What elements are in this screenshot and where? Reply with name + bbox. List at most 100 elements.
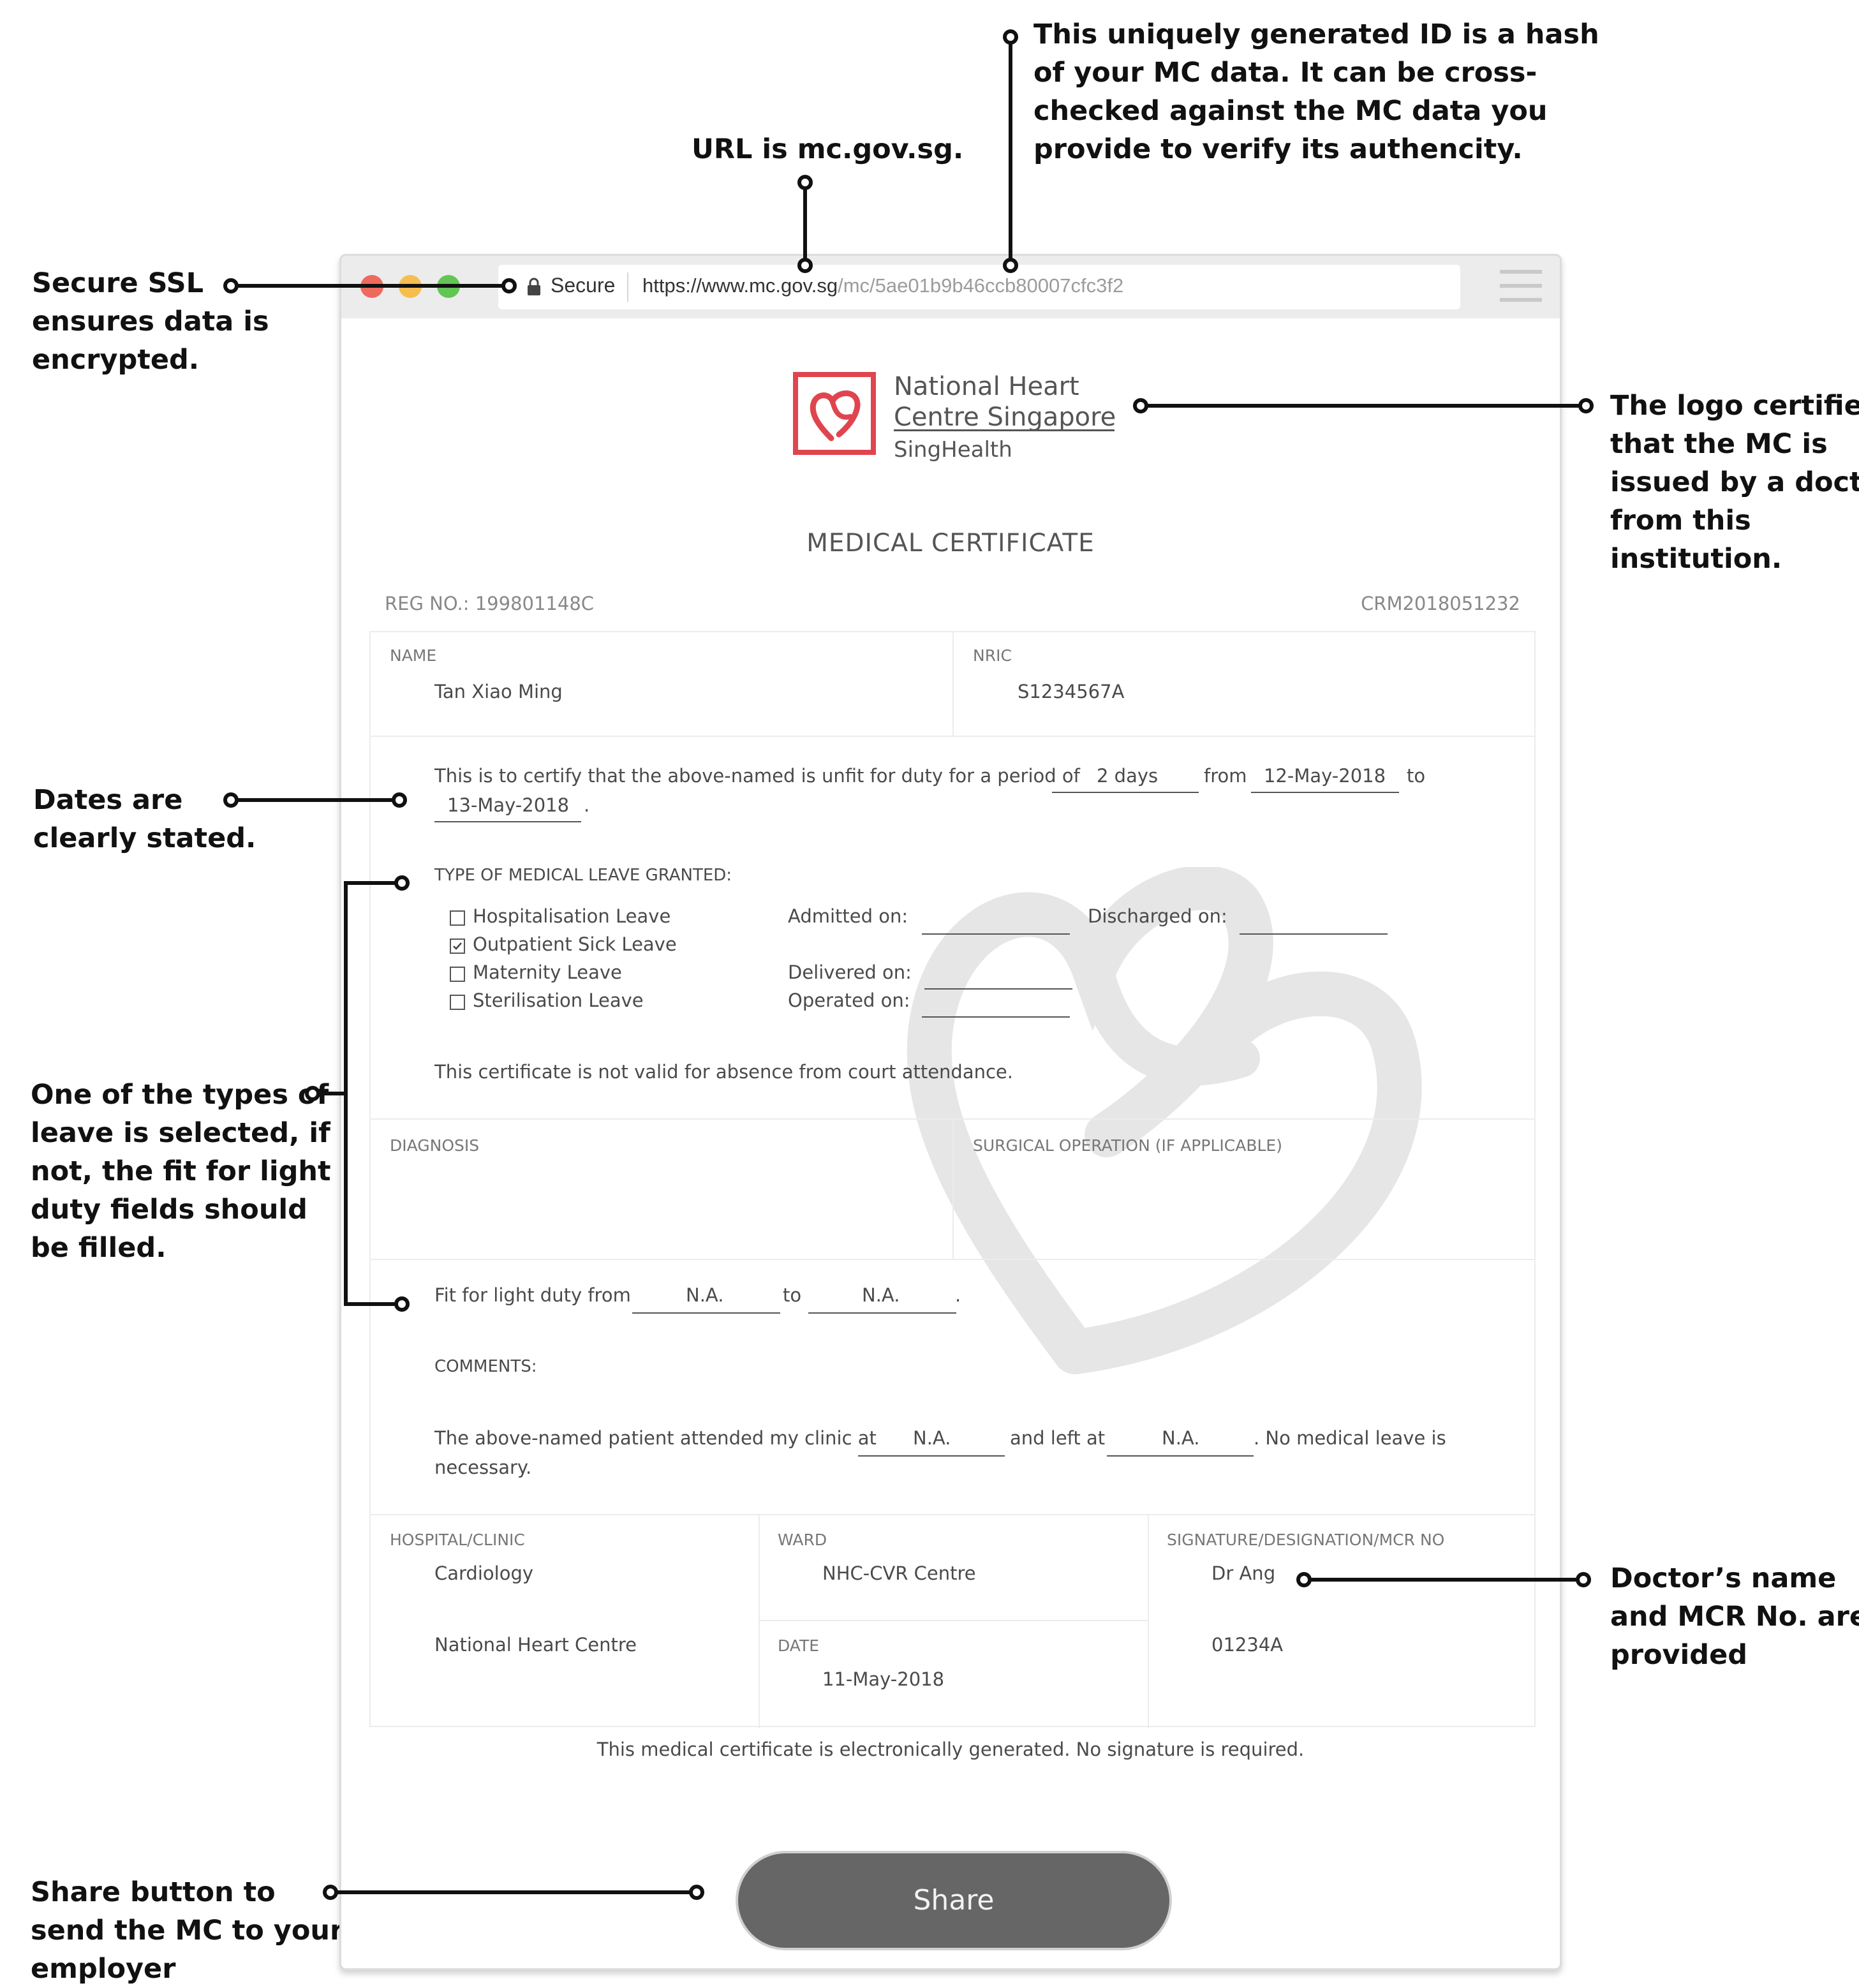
doctor-name: Dr Ang (1211, 1562, 1276, 1584)
annotation-line: issued by a doctor (1610, 466, 1859, 498)
divider (952, 632, 954, 736)
annotation-line: The logo certifies (1610, 390, 1859, 422)
browser-titlebar: Secure https://www.mc.gov.sg/mc/5ae01b9b… (341, 256, 1560, 318)
address-bar[interactable]: Secure https://www.mc.gov.sg/mc/5ae01b9b… (498, 265, 1460, 309)
discharged-label: Discharged on: (1088, 905, 1227, 927)
annotation-line: checked against the MC data you (1033, 95, 1548, 127)
lock-icon (528, 278, 540, 295)
light-to-word: to (783, 1284, 802, 1306)
sterilisation-checkbox[interactable] (450, 995, 465, 1010)
logo-line-3: SingHealth (894, 437, 1012, 463)
annotation-url: URL is mc.gov.sg. (692, 130, 963, 168)
annotation-line: URL is mc.gov.sg. (692, 133, 964, 165)
light-duty-to: N.A. (862, 1284, 900, 1306)
hamburger-menu-icon[interactable] (1500, 270, 1542, 304)
date-label: DATE (778, 1636, 820, 1655)
delivered-label: Delivered on: (788, 961, 912, 983)
issue-date: 11-May-2018 (822, 1668, 945, 1690)
comment-text-2: and left at (1010, 1427, 1106, 1449)
to-word: to (1407, 765, 1426, 787)
annotation-line: One of the types of (31, 1079, 329, 1111)
reg-no: REG NO.: 199801148C (385, 593, 595, 614)
left-at-underline (1107, 1455, 1254, 1457)
period-underline (1052, 792, 1199, 793)
annotation-line: that the MC is (1610, 428, 1828, 460)
annotation-line: send the MC to your (31, 1915, 344, 1947)
nric-label: NRIC (973, 646, 1012, 665)
annotation-line: provide to verify its authencity. (1033, 133, 1523, 165)
url-text[interactable]: https://www.mc.gov.sg/mc/5ae01b9b46ccb80… (642, 274, 1123, 297)
callout-line-url (797, 175, 813, 273)
annotation-hash: This uniquely generated ID is a hash of … (1033, 15, 1599, 168)
annotation-line: ensures data is (32, 306, 269, 338)
divider (371, 1514, 1534, 1515)
light-from-underline (632, 1312, 780, 1314)
operated-underline (922, 1016, 1070, 1018)
hospital-label: HOSPITAL/CLINIC (390, 1531, 525, 1549)
heart-logo-icon (793, 372, 876, 455)
delivered-underline (924, 988, 1072, 990)
annotation-share: Share button to send the MC to your empl… (31, 1873, 343, 1988)
annotation-line: institution. (1610, 543, 1782, 575)
clinic-at-value: N.A. (913, 1427, 951, 1449)
outpatient-checkbox[interactable] (450, 938, 465, 954)
from-word: from (1204, 765, 1247, 787)
patient-name: Tan Xiao Ming (434, 681, 563, 702)
callout-line-dates (223, 792, 407, 808)
logo-line-1: National Heart (894, 372, 1079, 401)
light-duty-from: N.A. (686, 1284, 724, 1306)
callout-line-leave (305, 875, 410, 1312)
divider (759, 1620, 1148, 1621)
logo-line-2: Centre Singapore (894, 403, 1116, 432)
annotation-line: Share button to (31, 1876, 276, 1908)
annotation-logo: The logo certifies that the MC is issued… (1610, 387, 1859, 578)
certify-text: This is to certify that the above-named … (434, 765, 1080, 787)
annotation-leave: One of the types of leave is selected, i… (31, 1076, 331, 1267)
sterilisation-label: Sterilisation Leave (473, 990, 644, 1011)
electronic-note: This medical certificate is electronical… (596, 1739, 1305, 1760)
check-icon (453, 942, 462, 950)
discharged-underline (1240, 933, 1388, 935)
comment-text-3: . No medical leave is (1254, 1427, 1446, 1449)
light-duty-text: Fit for light duty from (434, 1284, 631, 1306)
surgical-label: SURGICAL OPERATION (IF APPLICABLE) (973, 1136, 1282, 1155)
annotation-line: be filled. (31, 1232, 167, 1264)
ward-label: WARD (778, 1531, 827, 1549)
annotation-line: This uniquely generated ID is a hash (1033, 19, 1599, 50)
admitted-label: Admitted on: (788, 905, 908, 927)
address-separator (627, 272, 628, 302)
annotation-doctor: Doctor’s name and MCR No. are provided (1610, 1559, 1859, 1674)
comments-label: COMMENTS: (434, 1357, 537, 1376)
certificate-form: NAME Tan Xiao Ming NRIC S1234567A This i… (369, 631, 1536, 1728)
annotation-line: not, the fit for light (31, 1155, 331, 1187)
annotation-line: clearly stated. (33, 822, 256, 854)
callout-line-share (323, 1885, 704, 1900)
divider (952, 1118, 954, 1259)
logo-divider (894, 429, 1115, 431)
to-date-underline (434, 821, 581, 822)
ward-value: NHC-CVR Centre (822, 1562, 976, 1584)
divider (371, 736, 1534, 737)
secure-label: Secure (551, 274, 616, 297)
annotation-line: from this (1610, 505, 1751, 537)
mcr-number: 01234A (1211, 1634, 1284, 1656)
light-to-underline (808, 1312, 956, 1314)
callout-line-doctor (1296, 1572, 1591, 1587)
annotation-line: leave is selected, if (31, 1117, 330, 1149)
leave-type-label: TYPE OF MEDICAL LEAVE GRANTED: (434, 866, 732, 885)
name-label: NAME (390, 646, 437, 665)
admitted-underline (922, 933, 1070, 935)
annotation-line: and MCR No. are (1610, 1601, 1859, 1633)
maternity-checkbox[interactable] (450, 967, 465, 982)
clinic-at-underline (858, 1455, 1005, 1457)
callout-line-hash (1003, 29, 1018, 273)
hospitalisation-checkbox[interactable] (450, 910, 465, 926)
from-date-underline (1251, 792, 1399, 793)
annotation-line: Doctor’s name (1610, 1562, 1837, 1594)
nric-value: S1234567A (1018, 681, 1125, 702)
share-button[interactable]: Share (736, 1851, 1172, 1950)
divider (371, 1259, 1534, 1260)
certificate-title: MEDICAL CERTIFICATE (806, 529, 1095, 558)
certificate-ref: CRM2018051232 (1361, 593, 1520, 614)
annotation-line: encrypted. (32, 344, 200, 376)
